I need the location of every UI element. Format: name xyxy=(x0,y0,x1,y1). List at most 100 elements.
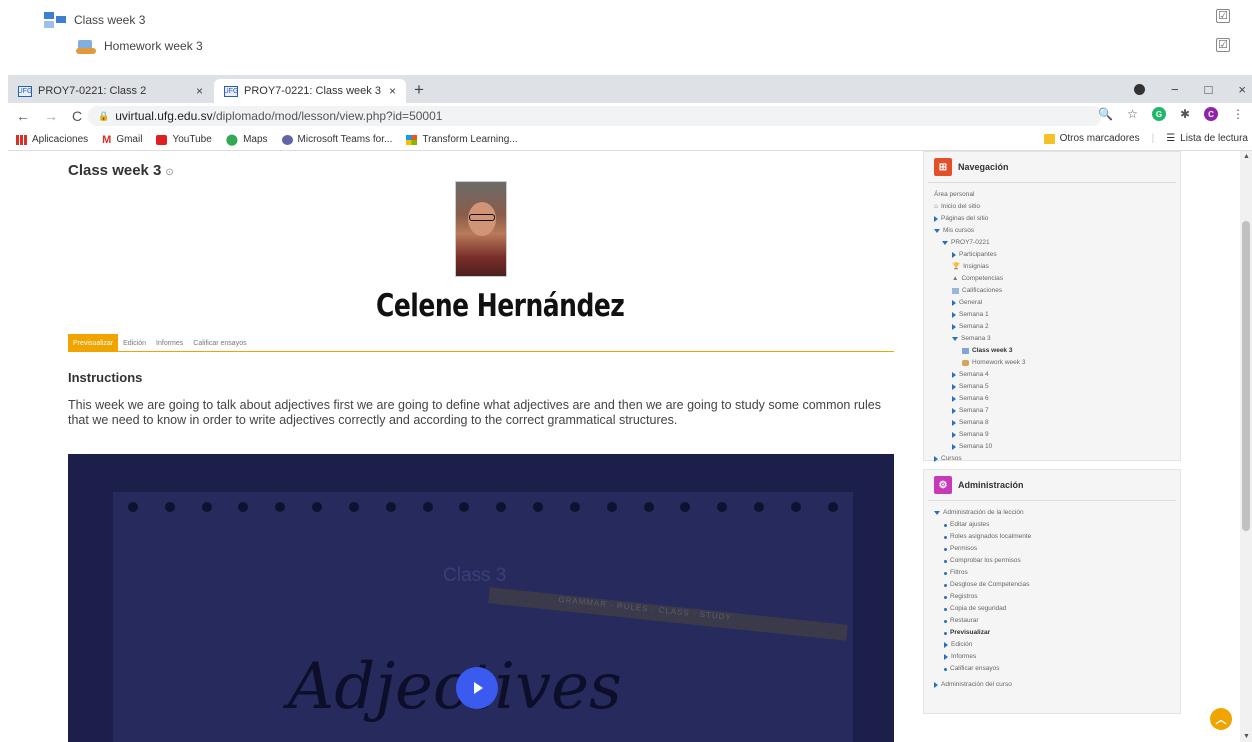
admin-item[interactable]: Filtros xyxy=(934,567,1170,579)
nav-item[interactable]: Mis cursos xyxy=(934,225,1170,237)
back-icon[interactable]: ← xyxy=(16,108,30,124)
bookmark-gmail[interactable]: M Gmail xyxy=(102,134,142,146)
bookmark-transform-learning[interactable]: Transform Learning... xyxy=(406,134,518,145)
zoom-icon[interactable]: 🔍 xyxy=(1098,107,1113,121)
bookmark-teams[interactable]: Microsoft Teams for... xyxy=(281,134,392,145)
course-activity-strip: Class week 3 ☑ Homework week 3 ☑ xyxy=(0,0,1252,75)
nav-item[interactable]: Área personal xyxy=(934,189,1170,201)
close-tab-icon[interactable]: × xyxy=(389,84,396,98)
nav-item[interactable]: Semana 4 xyxy=(934,369,1170,381)
nav-item[interactable]: Semana 1 xyxy=(934,309,1170,321)
admin-item[interactable]: Desglose de Competencias xyxy=(934,579,1170,591)
navigation-tree: Área personal ⌂ Inicio del sitio Páginas … xyxy=(924,183,1180,471)
tab-edicion[interactable]: Edición xyxy=(118,334,151,352)
reload-icon[interactable]: C xyxy=(72,108,82,124)
admin-item[interactable]: Permisos xyxy=(934,543,1170,555)
nav-item[interactable]: Semana 5 xyxy=(934,381,1170,393)
admin-item[interactable]: Previsualizar xyxy=(934,627,1170,639)
nav-item[interactable]: Semana 3 xyxy=(934,333,1170,345)
expand-icon xyxy=(952,396,956,402)
lock-icon: 🔒 xyxy=(98,110,110,121)
play-icon xyxy=(474,682,483,694)
bookmark-label: YouTube xyxy=(172,134,212,145)
bookmark-youtube[interactable]: YouTube xyxy=(156,134,212,145)
reading-list[interactable]: ☰ Lista de lectura xyxy=(1166,133,1248,144)
menu-kebab-icon[interactable]: ⋮ xyxy=(1232,107,1244,121)
bullet-icon xyxy=(944,595,947,599)
admin-item[interactable]: Copia de seguridad xyxy=(934,603,1170,615)
page-scrollbar[interactable]: ▲ ▼ xyxy=(1240,151,1252,742)
nav-item[interactable]: Homework week 3 xyxy=(934,357,1170,369)
completion-checkbox[interactable]: ☑ xyxy=(1216,38,1230,52)
new-tab-button[interactable]: + xyxy=(414,80,424,100)
nav-item[interactable]: Semana 9 xyxy=(934,429,1170,441)
instructions-heading: Instructions xyxy=(68,370,143,385)
nav-item[interactable]: Class week 3 xyxy=(934,345,1170,357)
nav-item[interactable]: ⌂ Inicio del sitio xyxy=(934,201,1170,213)
nav-item[interactable]: Semana 6 xyxy=(934,393,1170,405)
bullet-icon xyxy=(944,571,947,575)
tab-calificar-ensayos[interactable]: Calificar ensayos xyxy=(188,334,251,352)
video-title: Adjectives xyxy=(288,650,622,724)
bookmark-maps[interactable]: ⬤ Maps xyxy=(226,133,268,146)
scroll-up-icon[interactable]: ▲ xyxy=(1243,153,1250,160)
video-player[interactable]: Class 3 GRAMMAR · RULES · CLASS · STUDY … xyxy=(68,454,894,742)
extensions-puzzle-icon[interactable]: ✱ xyxy=(1180,107,1190,121)
activity-homework-week-3[interactable]: Homework week 3 xyxy=(76,38,203,54)
nav-item[interactable]: 🏆 Insignias xyxy=(934,261,1170,273)
admin-item[interactable]: Informes xyxy=(934,651,1170,663)
page-title: Class week 3 ⊙ xyxy=(68,162,174,179)
expand-icon xyxy=(952,312,956,318)
nav-item[interactable]: Participantes xyxy=(934,249,1170,261)
nav-item[interactable]: Semana 7 xyxy=(934,405,1170,417)
admin-item[interactable]: Comprobar los permisos xyxy=(934,555,1170,567)
sitemap-icon: ⊞ xyxy=(934,158,952,176)
help-icon[interactable]: ⊙ xyxy=(165,167,173,178)
nav-item[interactable]: Páginas del sitio xyxy=(934,213,1170,225)
close-window-button[interactable]: × xyxy=(1238,82,1246,97)
admin-item[interactable]: Registros xyxy=(934,591,1170,603)
scroll-down-icon[interactable]: ▼ xyxy=(1243,733,1250,740)
tab-title: PROY7-0221: Class 2 xyxy=(38,85,147,97)
collapse-icon xyxy=(952,337,958,341)
close-tab-icon[interactable]: × xyxy=(196,84,203,98)
tab-informes[interactable]: Informes xyxy=(151,334,188,352)
profile-avatar[interactable]: C xyxy=(1204,107,1218,121)
other-bookmarks[interactable]: Otros marcadores xyxy=(1043,133,1140,144)
forward-icon[interactable]: → xyxy=(44,108,58,124)
admin-item[interactable]: Edición xyxy=(934,639,1170,651)
tab-class-week-3[interactable]: UFG PROY7-0221: Class week 3 : Instr × xyxy=(214,79,406,103)
nav-item[interactable]: Cursos xyxy=(934,453,1170,465)
extension-icon[interactable]: G xyxy=(1151,107,1166,121)
tab-class-2[interactable]: UFG PROY7-0221: Class 2 × xyxy=(8,79,213,103)
admin-item[interactable]: Administración del curso xyxy=(934,679,1170,691)
nav-item[interactable]: Calificaciones xyxy=(934,285,1170,297)
teams-icon xyxy=(281,134,293,145)
competency-icon: ▲ xyxy=(952,275,959,282)
scroll-thumb[interactable] xyxy=(1242,221,1250,531)
admin-item[interactable]: Editar ajustes xyxy=(934,519,1170,531)
nav-item[interactable]: Semana 8 xyxy=(934,417,1170,429)
nav-item[interactable]: Semana 2 xyxy=(934,321,1170,333)
nav-item[interactable]: General xyxy=(934,297,1170,309)
tab-previsualizar[interactable]: Previsualizar xyxy=(68,334,119,352)
maximize-button[interactable]: □ xyxy=(1205,82,1213,97)
url-field[interactable]: 🔒 uvirtual.ufg.edu.sv /diplomado/mod/les… xyxy=(88,106,1102,126)
admin-item[interactable]: Administración de la lección xyxy=(934,507,1170,519)
activity-class-week-3[interactable]: Class week 3 xyxy=(44,12,145,28)
completion-checkbox[interactable]: ☑ xyxy=(1216,9,1230,23)
bookmark-apps[interactable]: Aplicaciones xyxy=(16,134,88,145)
bookmark-label: Transform Learning... xyxy=(422,134,518,145)
play-button[interactable] xyxy=(456,667,498,709)
bookmark-star-icon[interactable]: ☆ xyxy=(1127,107,1138,121)
minimize-button[interactable]: − xyxy=(1171,82,1179,97)
admin-item[interactable]: Calificar ensayos xyxy=(934,663,1170,675)
address-bar-row: ← → C 🔒 uvirtual.ufg.edu.sv /diplomado/m… xyxy=(8,103,1252,129)
admin-item[interactable]: Restaurar xyxy=(934,615,1170,627)
nav-item[interactable]: PROY7-0221 xyxy=(934,237,1170,249)
admin-item[interactable]: Roles asignados localmente xyxy=(934,531,1170,543)
back-to-top-button[interactable]: ︿ xyxy=(1210,708,1232,730)
nav-item[interactable]: Semana 10 xyxy=(934,441,1170,453)
nav-item[interactable]: ▲ Competencias xyxy=(934,273,1170,285)
expand-icon xyxy=(934,456,938,462)
